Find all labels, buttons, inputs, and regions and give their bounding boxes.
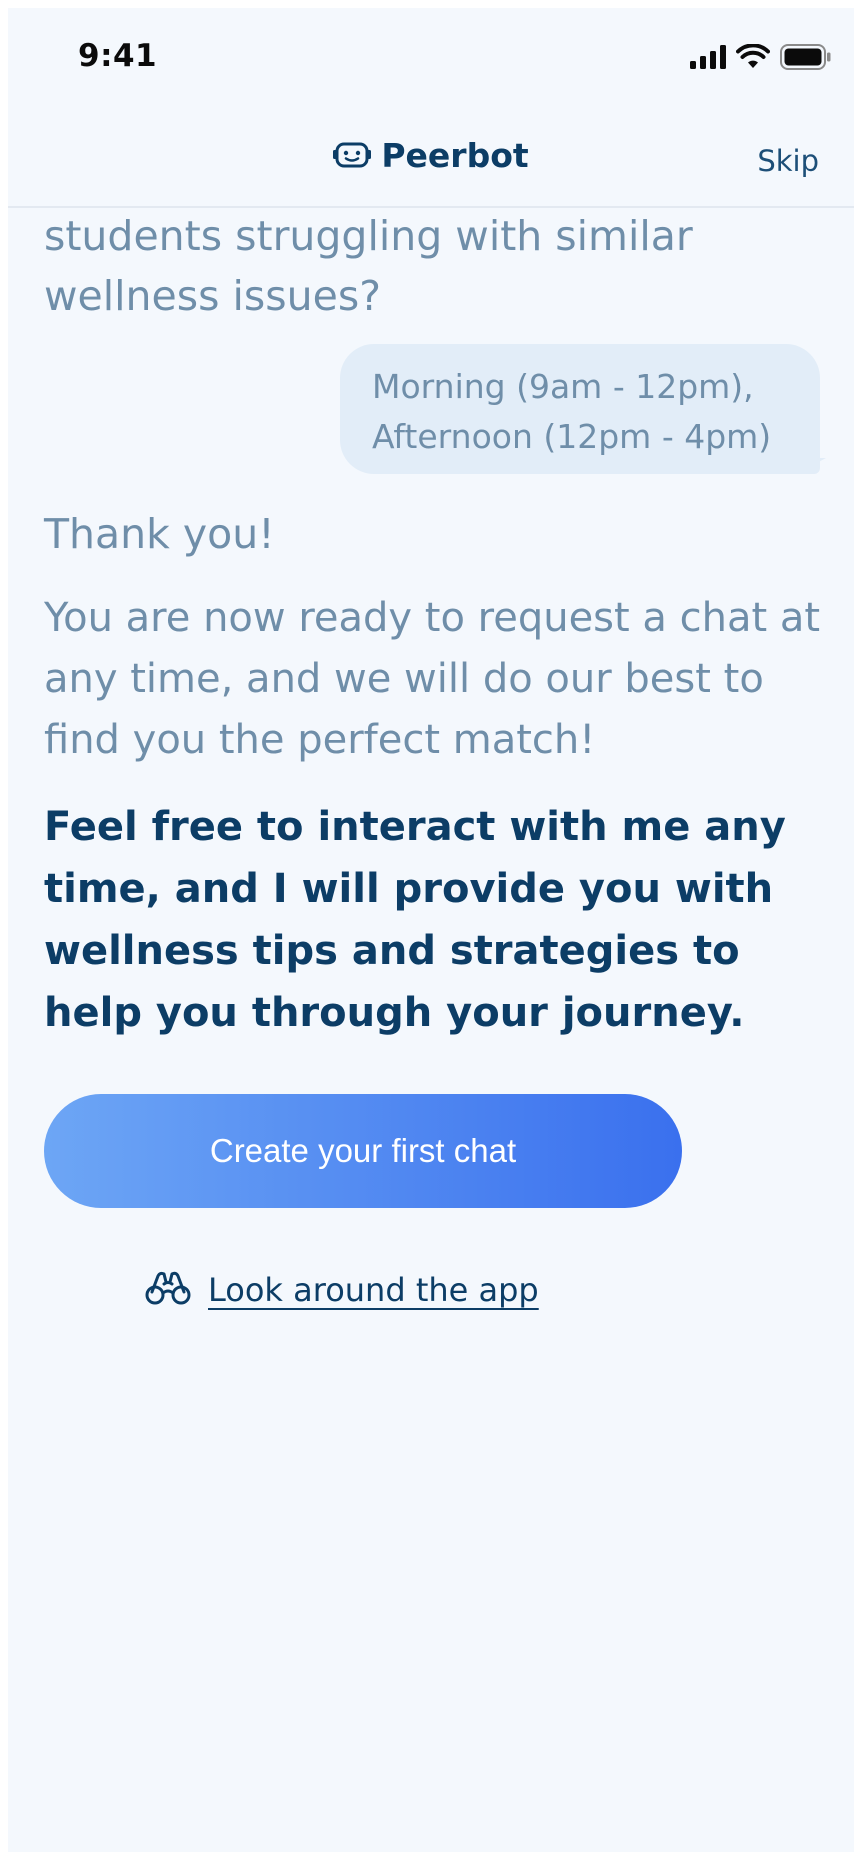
status-icons [690,43,832,74]
user-bubble-tail [800,458,826,472]
wifi-icon [736,43,770,74]
status-bar: 9:41 [8,8,854,108]
cellular-signal-icon [690,45,726,73]
bot-message-ready: You are now ready to request a chat at a… [44,595,821,763]
brand: Peerbot [8,136,854,175]
create-first-chat-button[interactable]: Create your first chat [44,1094,682,1208]
bot-message-feel-free: Feel free to interact with me any time, … [44,804,786,1036]
app-title: Peerbot [381,136,529,175]
bot-message-thank-you: Thank you! [44,510,275,558]
battery-icon [780,44,832,74]
user-reply-bubble: Morning (9am - 12pm), Afternoon (12pm - … [340,344,820,474]
status-time: 9:41 [78,38,158,74]
look-around-link[interactable]: Look around the app [142,1270,539,1310]
skip-button[interactable]: Skip [757,144,819,178]
chat-content[interactable]: students struggling with similar wellnes… [8,206,854,1852]
look-around-label[interactable]: Look around the app [208,1271,539,1309]
binoculars-icon [142,1270,194,1310]
app-screen: 9:41 Peerbot Skip students struggling wi… [8,8,854,1852]
nav-bar: Peerbot Skip [8,108,854,208]
bot-message-question: students struggling with similar wellnes… [44,212,693,320]
bot-face-icon [333,139,372,173]
